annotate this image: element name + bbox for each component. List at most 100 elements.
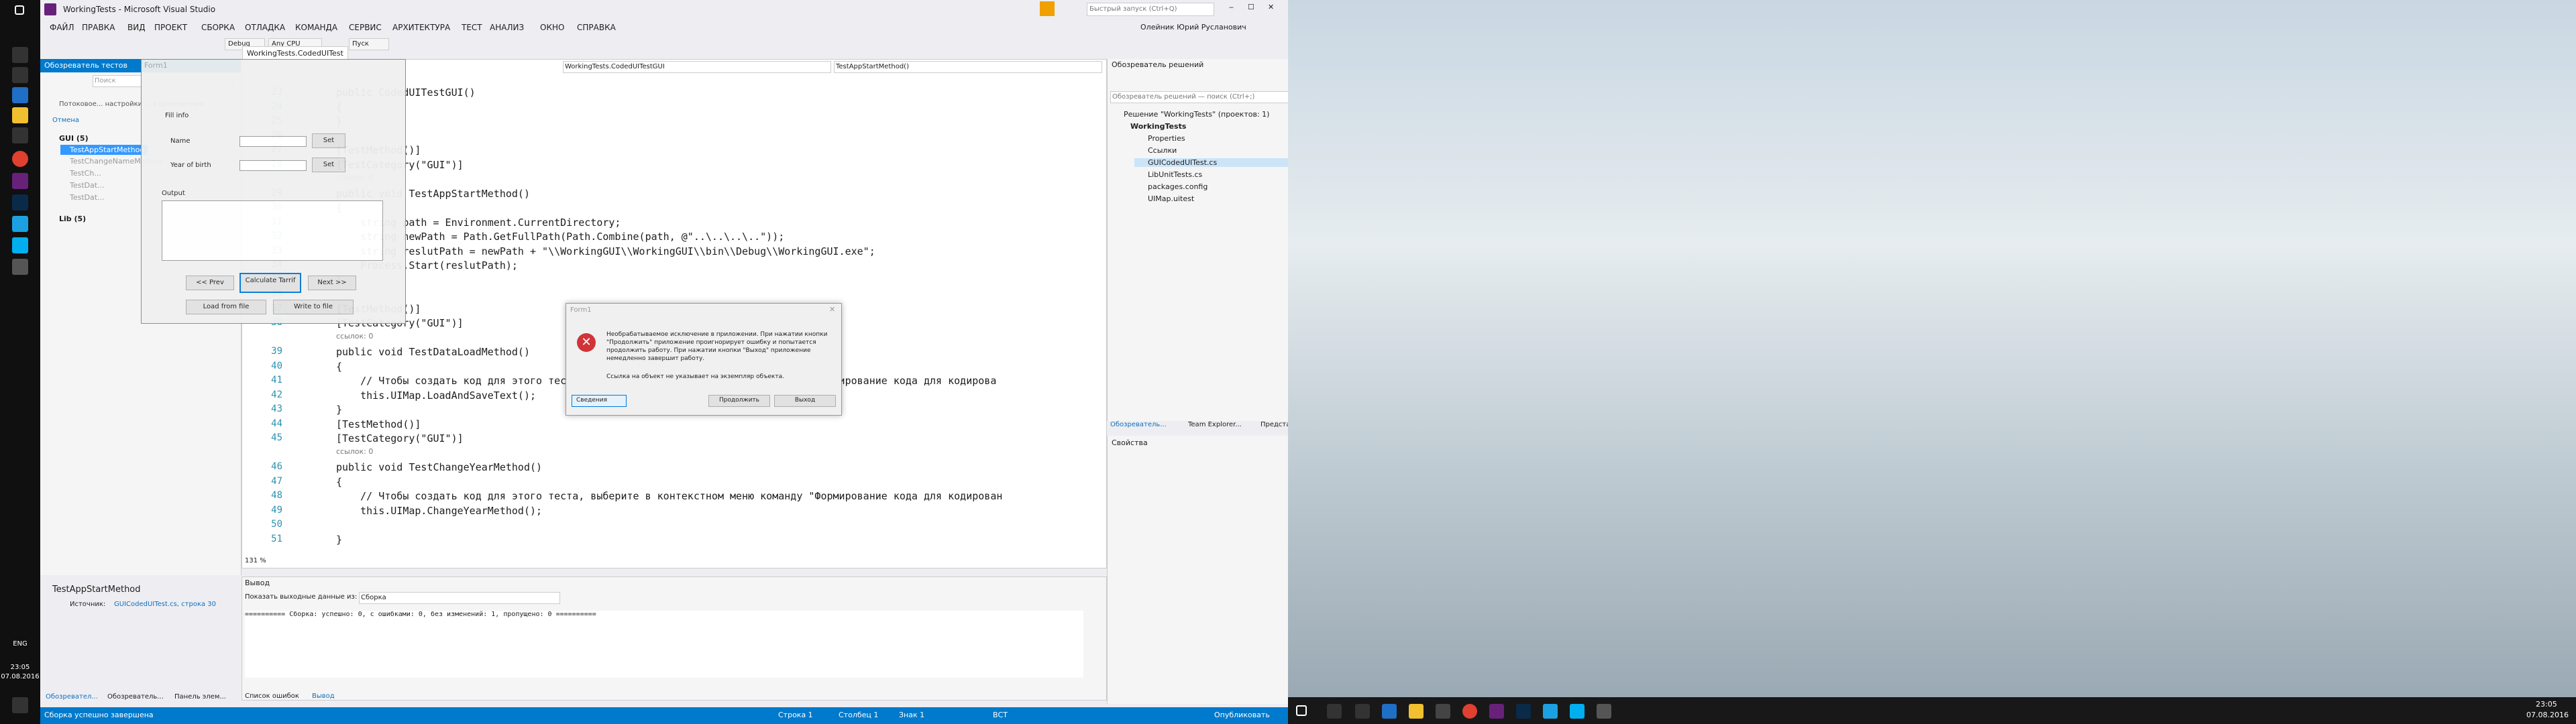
explorer-icon[interactable] bbox=[12, 107, 28, 123]
chrome-icon[interactable] bbox=[12, 151, 28, 167]
tab-output[interactable]: Вывод bbox=[312, 692, 335, 700]
edge-icon[interactable] bbox=[1382, 704, 1397, 719]
close-button[interactable]: ✕ bbox=[1268, 3, 1274, 11]
code-line[interactable]: 49 this.UIMap.ChangeYearMethod(); bbox=[242, 505, 1067, 520]
store-icon[interactable] bbox=[12, 127, 28, 143]
minimize-button[interactable]: ‒ bbox=[1229, 3, 1234, 11]
search-icon[interactable] bbox=[1327, 704, 1342, 719]
notification-flag-icon[interactable] bbox=[1040, 1, 1055, 16]
menu-architecture[interactable]: АРХИТЕКТУРА bbox=[392, 23, 450, 32]
visual-studio-icon[interactable] bbox=[1489, 704, 1504, 719]
exit-button[interactable]: Выход bbox=[774, 395, 836, 407]
tab-team-explorer[interactable]: Team Explorer... bbox=[1188, 421, 1242, 428]
app2-icon[interactable] bbox=[12, 259, 28, 275]
name-input[interactable] bbox=[239, 136, 307, 147]
dialog-close-icon[interactable]: ✕ bbox=[829, 305, 835, 314]
tray-date[interactable]: 07.08.2016 bbox=[2526, 711, 2569, 719]
tree-references[interactable]: Ссылки bbox=[1148, 146, 1177, 155]
menu-analyze[interactable]: АНАЛИЗ bbox=[490, 23, 524, 32]
search-icon[interactable] bbox=[12, 47, 28, 63]
app-icon[interactable] bbox=[1543, 704, 1558, 719]
photoshop-icon[interactable] bbox=[12, 194, 28, 210]
tree-file[interactable]: UIMap.uitest bbox=[1148, 194, 1194, 203]
visual-studio-icon[interactable] bbox=[12, 173, 28, 189]
start-button[interactable]: Пуск bbox=[349, 38, 389, 50]
set-name-button[interactable]: Set bbox=[312, 133, 345, 148]
menu-window[interactable]: ОКНО bbox=[540, 23, 564, 32]
menu-debug[interactable]: ОТЛАДКА bbox=[245, 23, 285, 32]
test-item[interactable]: TestDat... bbox=[70, 193, 105, 202]
menu-build[interactable]: СБОРКА bbox=[201, 23, 235, 32]
link-cancel[interactable]: Отмена bbox=[52, 117, 79, 124]
editor-tab[interactable]: WorkingTests.CodedUITest bbox=[242, 46, 348, 60]
task-view-icon[interactable] bbox=[1355, 704, 1370, 719]
test-item[interactable]: TestDat... bbox=[70, 181, 105, 190]
code-line[interactable]: ссылок: 0 bbox=[242, 447, 1067, 462]
menu-team[interactable]: КОМАНДА bbox=[295, 23, 337, 32]
edge-icon[interactable] bbox=[12, 87, 28, 103]
tray-time[interactable]: 23:05 bbox=[2536, 700, 2557, 709]
prev-button[interactable]: << Prev bbox=[186, 276, 234, 290]
menu-project[interactable]: ПРОЕКТ bbox=[154, 23, 187, 32]
menu-view[interactable]: ВИД bbox=[127, 23, 146, 32]
publish-button[interactable]: Опубликовать bbox=[1214, 711, 1270, 719]
notification-icon[interactable] bbox=[12, 697, 28, 713]
windows-start-icon[interactable] bbox=[1296, 705, 1307, 716]
store-icon[interactable] bbox=[1436, 704, 1450, 719]
load-button[interactable]: Load from file bbox=[186, 300, 266, 314]
group-lib[interactable]: Lib (5) bbox=[59, 215, 86, 223]
test-item[interactable]: TestCh... bbox=[70, 169, 101, 178]
chrome-icon[interactable] bbox=[1462, 704, 1477, 719]
menu-edit[interactable]: ПРАВКА bbox=[82, 23, 115, 32]
continue-button[interactable]: Продолжить bbox=[708, 395, 770, 407]
app-icon[interactable] bbox=[12, 216, 28, 232]
code-line[interactable]: 45 [TestCategory("GUI")] bbox=[242, 432, 1067, 447]
nav-class-select[interactable]: WorkingTests.CodedUITestGUI bbox=[563, 61, 831, 73]
code-line[interactable]: 44 [TestMethod()] bbox=[242, 418, 1067, 433]
menu-file[interactable]: ФАЙЛ bbox=[50, 23, 74, 32]
tree-properties[interactable]: Properties bbox=[1148, 134, 1185, 143]
explorer-icon[interactable] bbox=[1409, 704, 1424, 719]
calculate-button[interactable]: Calculate Tarrif bbox=[239, 273, 301, 293]
menu-tools[interactable]: СЕРВИС bbox=[349, 23, 382, 32]
tree-project[interactable]: WorkingTests bbox=[1130, 122, 1186, 131]
code-line[interactable]: 51} bbox=[242, 534, 1067, 548]
quick-launch-input[interactable]: Быстрый запуск (Ctrl+Q) bbox=[1087, 3, 1214, 16]
output-source-select[interactable]: Сборка bbox=[359, 592, 560, 604]
task-view-icon[interactable] bbox=[12, 67, 28, 83]
zoom-level[interactable]: 131 % bbox=[245, 557, 266, 564]
code-line[interactable]: 48 // Чтобы создать код для этого теста,… bbox=[242, 490, 1067, 505]
menu-help[interactable]: СПРАВКА bbox=[577, 23, 616, 32]
windows-start-icon[interactable] bbox=[15, 5, 24, 15]
tab-error-list[interactable]: Список ошибок bbox=[245, 692, 299, 700]
tab-test-explorer[interactable]: Обозревател... bbox=[46, 693, 98, 701]
set-year-button[interactable]: Set bbox=[312, 158, 345, 172]
code-line[interactable]: 46 public void TestChangeYearMethod() bbox=[242, 461, 1067, 476]
tab-solution-explorer[interactable]: Обозреватель... bbox=[1110, 421, 1167, 428]
maximize-button[interactable]: ☐ bbox=[1248, 3, 1254, 11]
tray-language[interactable]: ENG bbox=[0, 640, 40, 648]
app2-icon[interactable] bbox=[1597, 704, 1611, 719]
tray-time[interactable]: 23:05 bbox=[0, 664, 40, 671]
next-button[interactable]: Next >> bbox=[308, 276, 356, 290]
tab-toolbox[interactable]: Панель элем... bbox=[174, 693, 226, 701]
skype-icon[interactable] bbox=[12, 237, 28, 253]
tree-solution[interactable]: Решение "WorkingTests" (проектов: 1) bbox=[1124, 110, 1269, 119]
code-line[interactable]: 50 bbox=[242, 519, 1067, 534]
group-gui[interactable]: GUI (5) bbox=[59, 134, 89, 143]
output-textbox[interactable] bbox=[162, 200, 383, 261]
menu-test[interactable]: ТЕСТ bbox=[462, 23, 482, 32]
photoshop-icon[interactable] bbox=[1516, 704, 1531, 719]
tab-object-explorer[interactable]: Обозреватель... bbox=[107, 693, 164, 701]
tree-file[interactable]: LibUnitTests.cs bbox=[1148, 170, 1202, 179]
source-link[interactable]: GUICodedUITest.cs, строка 30 bbox=[114, 601, 216, 608]
test-item-selected[interactable]: TestAppStartMethod bbox=[60, 145, 148, 155]
tray-date[interactable]: 07.08.2016 bbox=[0, 673, 40, 680]
year-input[interactable] bbox=[239, 160, 307, 171]
code-line[interactable]: 47 { bbox=[242, 476, 1067, 491]
nav-member-select[interactable]: TestAppStartMethod() bbox=[834, 61, 1102, 73]
skype-icon[interactable] bbox=[1570, 704, 1585, 719]
details-button[interactable]: Сведения bbox=[572, 395, 627, 407]
write-button[interactable]: Write to file bbox=[273, 300, 354, 314]
tree-file[interactable]: packages.config bbox=[1148, 182, 1208, 191]
